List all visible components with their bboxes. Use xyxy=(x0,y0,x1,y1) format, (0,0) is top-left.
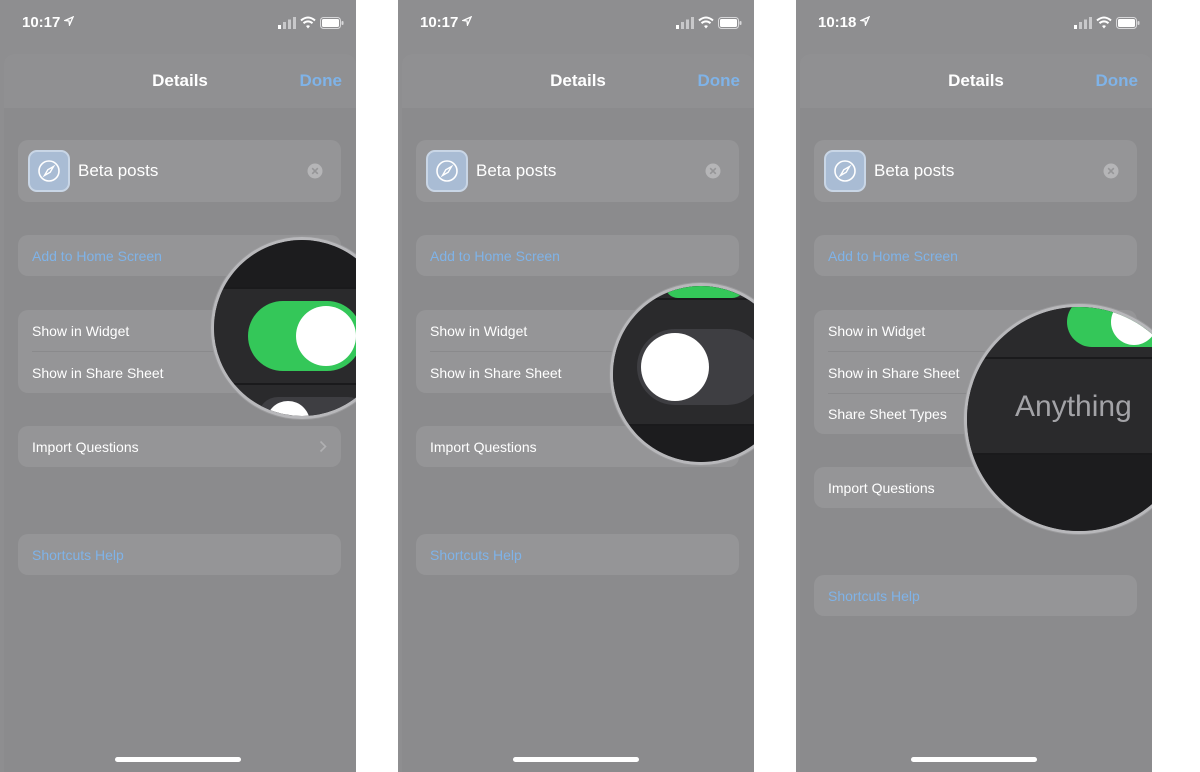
show-widget-label: Show in Widget xyxy=(430,323,528,339)
shortcuts-help-button[interactable]: Shortcuts Help xyxy=(416,534,739,575)
status-bar: 10:17 xyxy=(0,0,356,48)
add-to-home-screen-button[interactable]: Add to Home Screen xyxy=(814,235,1137,276)
screenshot-triptych: 10:17 Details Done Beta posts Add to Hom… xyxy=(0,0,1200,772)
help-group: Shortcuts Help xyxy=(814,575,1137,616)
show-share-label: Show in Share Sheet xyxy=(430,365,562,381)
battery-icon xyxy=(718,17,742,29)
compass-icon[interactable] xyxy=(824,150,866,192)
clear-text-icon[interactable] xyxy=(1103,163,1119,179)
import-questions-label: Import Questions xyxy=(430,439,537,455)
wifi-icon xyxy=(300,16,316,29)
add-home-label: Add to Home Screen xyxy=(32,248,162,264)
home-indicator xyxy=(513,757,639,762)
home-indicator xyxy=(115,757,241,762)
done-button[interactable]: Done xyxy=(1096,71,1139,91)
phone-screen-1: 10:17 Details Done Beta posts Add to Hom… xyxy=(0,0,356,772)
help-label: Shortcuts Help xyxy=(828,588,920,604)
shortcut-name-card: Beta posts xyxy=(18,140,341,202)
add-home-group: Add to Home Screen xyxy=(416,235,739,276)
help-label: Shortcuts Help xyxy=(32,547,124,563)
cellular-signal-icon xyxy=(278,17,296,29)
show-widget-label: Show in Widget xyxy=(32,323,130,339)
show-in-widget-toggle[interactable] xyxy=(665,286,745,298)
add-home-label: Add to Home Screen xyxy=(828,248,958,264)
nav-bar: Details Done xyxy=(402,54,754,108)
shortcut-name-field[interactable]: Beta posts xyxy=(874,161,954,181)
battery-icon xyxy=(320,17,344,29)
wifi-icon xyxy=(698,16,714,29)
import-questions-label: Import Questions xyxy=(828,480,935,496)
status-bar: 10:17 xyxy=(398,0,754,48)
status-bar: 10:18 xyxy=(796,0,1152,48)
phone-screen-3: 10:18 Details Done Beta posts Add to Hom… xyxy=(796,0,1152,772)
toggle-knob xyxy=(641,333,709,401)
location-arrow-icon xyxy=(860,16,870,26)
shortcuts-help-button[interactable]: Shortcuts Help xyxy=(18,534,341,575)
shortcut-name-card: Beta posts xyxy=(814,140,1137,202)
phone-screen-2: 10:17 Details Done Beta posts Add to Hom… xyxy=(398,0,754,772)
zoom-magnifier xyxy=(610,283,754,465)
show-widget-label: Show in Widget xyxy=(828,323,926,339)
clear-text-icon[interactable] xyxy=(307,163,323,179)
home-indicator xyxy=(911,757,1037,762)
show-in-share-sheet-toggle[interactable] xyxy=(637,329,754,405)
help-group: Shortcuts Help xyxy=(18,534,341,575)
show-in-widget-toggle[interactable] xyxy=(1067,307,1152,347)
compass-icon[interactable] xyxy=(426,150,468,192)
show-share-label: Show in Share Sheet xyxy=(828,365,960,381)
import-group: Import Questions xyxy=(18,426,341,467)
add-home-group: Add to Home Screen xyxy=(814,235,1137,276)
show-share-label: Show in Share Sheet xyxy=(32,365,164,381)
zoom-magnifier: Anything xyxy=(964,304,1152,534)
shortcut-name-card: Beta posts xyxy=(416,140,739,202)
chevron-right-icon xyxy=(319,440,327,453)
import-questions-label: Import Questions xyxy=(32,439,139,455)
share-types-value[interactable]: Anything xyxy=(1015,390,1132,424)
toggle-knob xyxy=(1111,307,1152,345)
nav-bar: Details Done xyxy=(4,54,356,108)
share-types-label: Share Sheet Types xyxy=(828,406,947,422)
toggle-knob xyxy=(296,306,356,366)
help-group: Shortcuts Help xyxy=(416,534,739,575)
cellular-signal-icon xyxy=(676,17,694,29)
help-label: Shortcuts Help xyxy=(430,547,522,563)
battery-icon xyxy=(1116,17,1140,29)
status-time: 10:18 xyxy=(818,14,857,31)
location-arrow-icon xyxy=(64,16,74,26)
show-in-widget-toggle[interactable] xyxy=(248,301,356,371)
nav-bar: Details Done xyxy=(800,54,1152,108)
add-to-home-screen-button[interactable]: Add to Home Screen xyxy=(416,235,739,276)
cellular-signal-icon xyxy=(1074,17,1092,29)
status-time: 10:17 xyxy=(420,14,459,31)
clear-text-icon[interactable] xyxy=(705,163,721,179)
done-button[interactable]: Done xyxy=(698,71,741,91)
location-arrow-icon xyxy=(462,16,472,26)
done-button[interactable]: Done xyxy=(300,71,343,91)
import-questions-row[interactable]: Import Questions xyxy=(18,426,341,467)
show-in-share-sheet-toggle[interactable] xyxy=(258,397,356,416)
status-time: 10:17 xyxy=(22,14,61,31)
shortcuts-help-button[interactable]: Shortcuts Help xyxy=(814,575,1137,616)
compass-icon[interactable] xyxy=(28,150,70,192)
shortcut-name-field[interactable]: Beta posts xyxy=(78,161,158,181)
add-home-label: Add to Home Screen xyxy=(430,248,560,264)
wifi-icon xyxy=(1096,16,1112,29)
shortcut-name-field[interactable]: Beta posts xyxy=(476,161,556,181)
